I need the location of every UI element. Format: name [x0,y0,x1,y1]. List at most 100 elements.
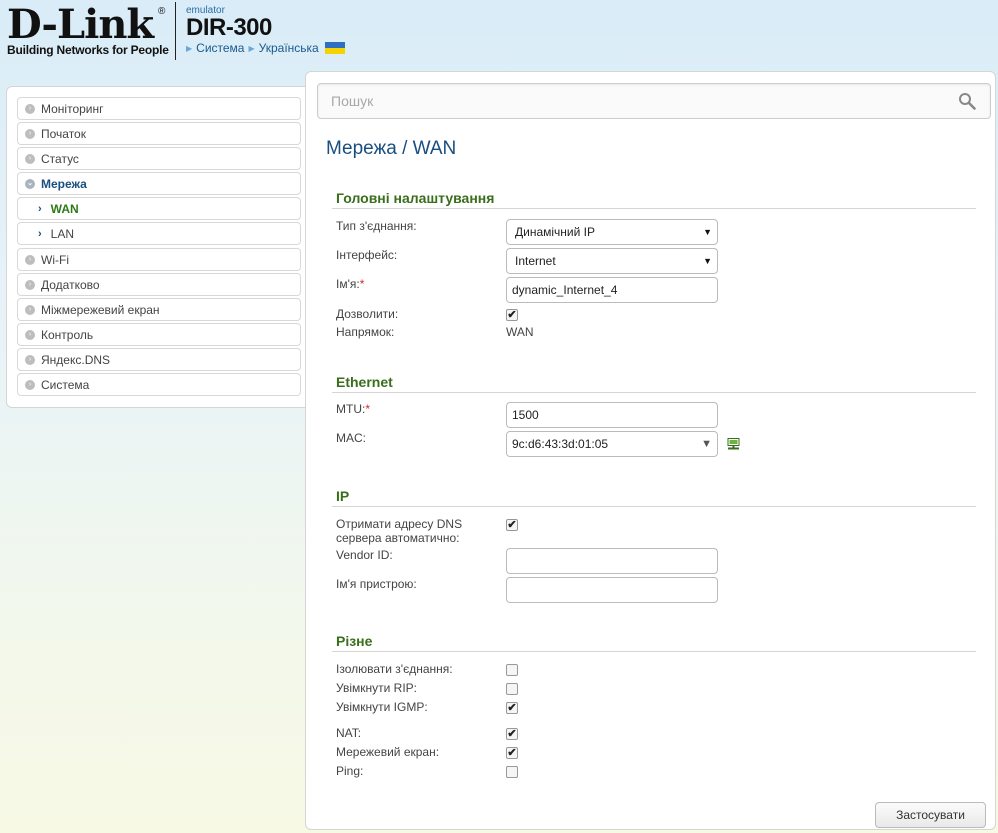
mtu-label-text: MTU: [336,402,366,416]
sidebar-item-label: Система [41,377,90,392]
ping-checkbox[interactable] [506,766,518,778]
section-divider [332,208,976,209]
dropdown-caret-icon: ▼ [703,256,712,266]
logo-text: D-Link [7,1,154,48]
sidebar-item-network[interactable]: ⌄ Мережа [17,172,301,195]
sidebar-item-label: Моніторинг [41,101,104,116]
sidebar-item-label: Яндекс.DNS [41,352,111,367]
isolate-checkbox[interactable] [506,664,518,676]
mtu-field[interactable] [506,402,718,428]
dns-auto-checkbox[interactable]: ✔ [506,519,518,531]
section-divider [332,506,976,507]
rip-checkbox[interactable] [506,683,518,695]
interface-value: Internet [515,254,556,268]
firewall-checkbox[interactable]: ✔ [506,747,518,759]
mtu-input[interactable] [512,408,717,422]
name-input[interactable] [512,283,717,297]
interface-label: Інтерфейс: [336,248,398,262]
mac-input[interactable] [512,437,717,451]
name-label: Ім'я:* [336,277,364,291]
breadcrumb-system-link[interactable]: Система [196,41,244,55]
sidebar-item-label: Мережа [41,176,87,191]
sidebar-item-label: Wi-Fi [41,252,69,267]
enable-label: Дозволити: [336,307,399,321]
search-box [317,83,991,119]
sidebar-item-label: Статус [41,151,79,166]
dns-auto-label-line1: Отримати адресу DNS [336,517,463,531]
enable-checkbox[interactable]: ✔ [506,309,518,321]
section-title-misc: Різне [336,633,373,649]
section-divider [332,392,976,393]
ping-label: Ping: [336,764,364,778]
clone-mac-icon[interactable] [727,438,740,450]
sidebar-item-label: Контроль [41,327,94,342]
header-divider [175,2,176,60]
language-link[interactable]: Українська [259,41,319,55]
dlink-logo: D-Link ® Building Networks for People [7,1,169,58]
vendor-id-field[interactable] [506,548,718,574]
sidebar-item-firewall[interactable]: › Міжмережевий екран [17,298,301,321]
search-icon[interactable] [958,92,976,110]
required-mark: * [365,402,370,416]
sidebar: › Моніторинг › Початок › Статус ⌄ Мережа › WA… [6,86,305,408]
isolate-label: Ізолювати з'єднання: [336,662,453,676]
logo-tagline: Building Networks for People [7,43,169,57]
sidebar-item-label: Додатково [41,277,100,292]
section-title-main: Головні налаштування [336,190,495,206]
sidebar-item-start[interactable]: › Початок [17,122,301,145]
mac-label: MAC: [336,431,366,445]
igmp-label: Увімкнути IGMP: [336,700,428,714]
chevron-right-icon: › [25,128,35,139]
device-name-input[interactable] [512,583,717,597]
chevron-right-icon: › [25,254,35,265]
conn-type-label: Тип з'єднання: [336,219,417,233]
dropdown-caret-icon[interactable]: ▼ [701,438,712,450]
sidebar-item-label: Міжмережевий екран [41,302,160,317]
registered-mark: ® [158,6,166,17]
search-input[interactable] [318,84,918,118]
breadcrumb-arrow-icon: ▶ [186,43,193,53]
device-name-field[interactable] [506,577,718,603]
firewall-label: Мережевий екран: [336,745,440,759]
dns-auto-label: Отримати адресу DNS сервера автоматично: [336,517,462,545]
sidebar-item-control[interactable]: › Контроль [17,323,301,346]
breadcrumb: ▶ Система ▶ Українська [186,41,345,55]
chevron-right-icon: › [25,153,35,164]
section-divider [332,651,976,652]
sidebar-item-lan[interactable]: › LAN [17,222,301,245]
dropdown-caret-icon: ▼ [703,227,712,237]
sidebar-item-wifi[interactable]: › Wi-Fi [17,248,301,271]
sidebar-item-wan[interactable]: › WAN [17,197,301,220]
chevron-right-icon: › [25,279,35,290]
vendor-id-label: Vendor ID: [336,548,393,562]
chevron-right-icon: › [25,304,35,315]
name-label-text: Ім'я: [336,277,360,291]
nat-checkbox[interactable]: ✔ [506,728,518,740]
vendor-id-input[interactable] [512,554,717,568]
sidebar-item-system[interactable]: › Система [17,373,301,396]
chevron-down-icon: ⌄ [25,178,35,189]
chevron-right-icon: › [38,202,42,215]
chevron-right-icon: › [25,354,35,365]
sidebar-item-advanced[interactable]: › Додатково [17,273,301,296]
sidebar-item-label: LAN [50,226,75,241]
sidebar-item-yandex-dns[interactable]: › Яндекс.DNS [17,348,301,371]
breadcrumb-arrow-icon: ▶ [248,43,255,53]
rip-label: Увімкнути RIP: [336,681,417,695]
interface-select[interactable]: Internet ▼ [506,248,718,274]
section-title-ip: IP [336,488,350,504]
name-field[interactable] [506,277,718,303]
apply-button[interactable]: Застосувати [875,802,986,828]
direction-value: WAN [506,325,534,339]
ukraine-flag-icon[interactable] [324,42,345,54]
mac-combo[interactable]: ▼ [506,431,718,457]
conn-type-select[interactable]: Динамічний IP ▼ [506,219,718,245]
chevron-right-icon: › [25,103,35,114]
direction-label: Напрямок: [336,325,395,339]
sidebar-item-monitoring[interactable]: › Моніторинг [17,97,301,120]
sidebar-item-label: Початок [41,126,86,141]
section-title-ethernet: Ethernet [336,374,393,390]
device-name-label: Ім'я пристрою: [336,577,417,591]
igmp-checkbox[interactable]: ✔ [506,702,518,714]
sidebar-item-status[interactable]: › Статус [17,147,301,170]
